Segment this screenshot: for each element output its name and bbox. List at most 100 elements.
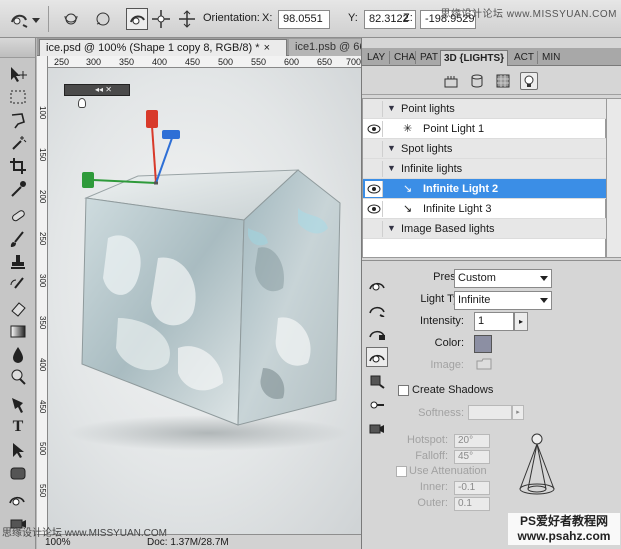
folder-icon[interactable] [476,358,492,370]
expand-triangle-icon[interactable]: ▼ [387,143,396,153]
light-color-swatch[interactable] [474,335,492,353]
tab-ice1-psb[interactable]: ice1.psb @ 66.7% [289,39,361,56]
group-label: Infinite lights [401,163,463,175]
document-tabs: ice.psd @ 100% (Shape 1 copy 8, RGB/8) *… [37,38,361,56]
visibility-toggle[interactable] [365,141,383,157]
lights-list-scrollbar[interactable] [606,98,621,258]
ruler-tick: 300 [38,274,47,288]
slide-light-icon[interactable] [176,8,198,30]
eye-icon[interactable] [365,201,383,217]
list-item-spot-lights-group[interactable]: ▼ Spot lights [363,139,607,159]
create-shadows-checkbox[interactable] [398,385,409,396]
eyedropper-tool-icon[interactable] [7,179,29,199]
use-attenuation-checkbox[interactable] [396,466,407,477]
visibility-toggle[interactable] [365,161,383,177]
list-item-infinite-lights-group[interactable]: ▼ Infinite lights [363,159,607,179]
list-item-point-light-1[interactable]: ✳ Point Light 1 [363,119,607,139]
brush-tool-icon[interactable] [7,229,29,249]
toolbox-handle[interactable] [0,38,35,58]
eye-icon[interactable] [365,181,383,197]
move-tool-icon[interactable] [7,64,29,84]
whole-scene-filter-icon[interactable] [442,72,460,90]
rotate-light-tool-icon[interactable] [366,299,388,319]
z-label: Z: [403,12,413,24]
ruler-tick: 450 [185,57,201,67]
blur-tool-icon[interactable] [7,344,29,364]
ruler-tick: 250 [54,57,70,67]
divider [48,6,49,32]
gradient-tool-icon[interactable] [7,321,29,341]
list-item-infinite-light-3[interactable]: ↘ Infinite Light 3 [363,199,607,219]
move-to-view-icon[interactable] [366,395,388,415]
intensity-field[interactable]: 1 [474,312,514,331]
lights-filter-icon[interactable] [520,72,538,90]
meshes-filter-icon[interactable] [468,72,486,90]
preset-select[interactable]: Custom [454,269,552,288]
marquee-tool-icon[interactable] [7,87,29,107]
tab-actions[interactable]: ACT [511,50,537,66]
list-item-infinite-light-2[interactable]: ↘ Infinite Light 2 [363,179,607,199]
ruler-tick: 500 [38,442,47,456]
3d-filter-bar [362,67,621,95]
visibility-toggle[interactable] [365,221,383,237]
tab-paths[interactable]: PAT [417,50,441,66]
history-brush-tool-icon[interactable] [7,275,29,295]
softness-label: Softness: [418,407,464,419]
drag-light-icon[interactable] [150,8,172,30]
bulb-icon: ✳ [403,123,413,135]
color-label: Color: [434,337,464,349]
3d-light-rotate-tool-icon[interactable] [8,8,30,30]
add-light-icon[interactable] [366,275,388,295]
tab-minibridge[interactable]: MIN [539,50,563,66]
orientation-label: Orientation: [203,12,260,24]
inner-label: Inner: [419,481,448,493]
pan-light-tool-icon[interactable] [366,323,388,343]
tab-label: ice1.psb @ 66.7% [295,41,361,53]
healing-brush-tool-icon[interactable] [7,206,29,226]
list-item-image-based-lights-group[interactable]: ▼ Image Based lights [363,219,607,239]
rotate-tool-active-icon[interactable] [126,8,148,30]
document-canvas[interactable]: ◂◂ ✕ [48,68,361,534]
slide-light-tool-icon[interactable] [366,347,388,367]
3d-rotate-tool-icon[interactable] [7,490,29,510]
inner-field[interactable]: -0.1 [454,481,490,495]
type-tool-icon[interactable]: T [7,417,29,437]
point-at-origin-icon[interactable] [366,371,388,391]
expand-triangle-icon[interactable]: ▼ [387,103,396,113]
light-type-select[interactable]: Infinite [454,291,552,310]
expand-triangle-icon[interactable]: ▼ [387,163,396,173]
tab-layers[interactable]: LAY [364,50,388,66]
eye-icon[interactable] [365,121,383,137]
path-selection-tool-icon[interactable] [7,440,29,460]
softness-field[interactable] [468,405,512,420]
tab-3d-lights[interactable]: 3D {LIGHTS} [440,50,509,66]
dodge-tool-icon[interactable] [7,367,29,387]
tool-preset-dropdown-icon[interactable] [30,8,42,30]
x-coordinate-field[interactable]: 98.0551 [278,10,330,29]
visibility-toggle[interactable] [365,101,383,117]
clone-stamp-tool-icon[interactable] [7,252,29,272]
materials-filter-icon[interactable] [494,72,512,90]
shape-tool-icon[interactable] [7,463,29,483]
pen-tool-icon[interactable] [7,394,29,414]
outer-field[interactable]: 0.1 [454,497,490,511]
ruler-tick: 700 [346,57,361,67]
toggle-light-guides-icon[interactable] [366,419,388,439]
return-to-initial-position-icon[interactable] [62,8,84,30]
close-tab-icon[interactable]: × [264,42,270,54]
expand-triangle-icon[interactable]: ▼ [387,223,396,233]
falloff-field[interactable]: 45° [454,450,490,464]
rotate-light-icon[interactable] [92,8,114,30]
horizontal-ruler: 250 300 350 400 450 500 550 600 650 700 [48,56,361,68]
list-item-point-lights-group[interactable]: ▼ Point lights [363,99,607,119]
eraser-tool-icon[interactable] [7,298,29,318]
magic-wand-tool-icon[interactable] [7,133,29,153]
hotspot-field[interactable]: 20° [454,434,490,448]
softness-slider-arrow-icon[interactable]: ▸ [512,405,524,420]
tab-ice-psd[interactable]: ice.psd @ 100% (Shape 1 copy 8, RGB/8) *… [39,39,287,56]
intensity-slider-arrow-icon[interactable]: ▸ [514,312,528,331]
infinite-light-icon: ↘ [403,183,413,195]
lasso-tool-icon[interactable] [7,110,29,130]
ruler-tick: 100 [38,106,47,120]
crop-tool-icon[interactable] [7,156,29,176]
